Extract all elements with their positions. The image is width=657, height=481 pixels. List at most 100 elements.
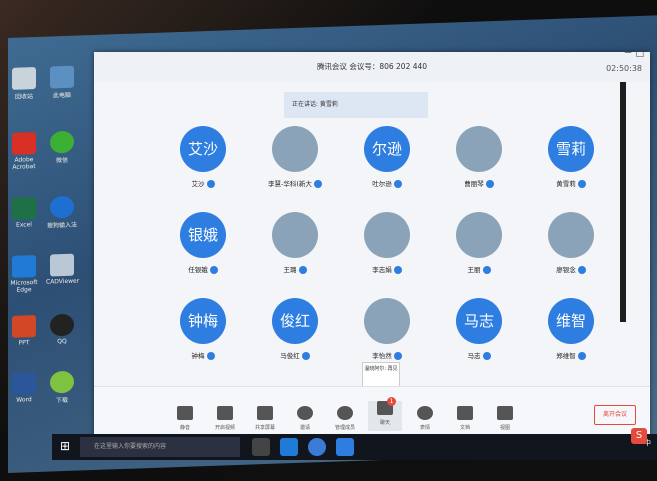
desktop-icon-download[interactable]: 下载	[46, 370, 78, 405]
mic-status-icon	[393, 266, 402, 274]
mic-status-icon	[206, 352, 215, 360]
participant-name-text: 钟梅	[191, 352, 205, 360]
participant-name: 黄雪莉	[526, 178, 616, 188]
doc-icon	[457, 406, 473, 420]
desktop-icon-acrobat[interactable]: Adobe Acrobat	[8, 132, 40, 171]
meeting-toolbar: 静音 开启视频 共享屏幕 邀请 管理成员 聊天 1 表情 文档 视图 离开会议	[94, 386, 650, 437]
participant-tile[interactable]: 马志 马志	[434, 298, 524, 360]
participant-name: 吐尔逊	[342, 178, 432, 188]
download-app-icon	[50, 370, 74, 394]
meeting-window: 腾讯会议 会议号：806 202 440 02:50:38 － □ 正在讲话: …	[94, 49, 650, 437]
taskbar-search[interactable]: 在这里输入你要搜索的内容	[80, 437, 240, 457]
participant-name-text: 艾沙	[191, 180, 205, 188]
share-screen-icon	[257, 406, 273, 420]
mic-status-icon	[482, 266, 491, 274]
video-button[interactable]: 开启视频	[208, 406, 242, 431]
windows-start-icon[interactable]: ⊞	[60, 440, 72, 452]
participant-name: 任银娥	[158, 264, 248, 274]
participant-tile[interactable]: 钟梅 钟梅	[158, 298, 248, 360]
participant-name-text: 黄雪莉	[556, 180, 576, 188]
participant-tile[interactable]: 艾沙 艾沙	[158, 126, 248, 188]
participant-tile[interactable]: 李慧-华科(新大	[250, 126, 340, 188]
emoji-button[interactable]: 表情	[408, 406, 442, 431]
participant-avatar	[364, 212, 410, 258]
participant-name-text: 李怡然	[372, 352, 392, 360]
mic-status-icon	[482, 352, 491, 360]
participant-tile[interactable]: 廖银念	[526, 212, 616, 274]
meeting-title: 腾讯会议 会议号：806 202 440	[94, 52, 650, 82]
desktop-icon-computer[interactable]: 此电脑	[46, 65, 78, 100]
participant-avatar	[272, 212, 318, 258]
participant-tile[interactable]: 王璐	[250, 212, 340, 274]
mic-status-icon	[301, 352, 310, 360]
wechat-icon	[50, 130, 74, 154]
participant-name-text: 郑维智	[556, 352, 576, 360]
tencent-meeting-taskbar-icon[interactable]	[336, 438, 354, 456]
doc-button[interactable]: 文档	[448, 406, 482, 431]
members-button[interactable]: 管理成员	[328, 406, 362, 431]
video-off-icon	[217, 406, 233, 420]
participant-tile[interactable]: 曹丽琴	[434, 126, 524, 188]
mic-status-icon	[577, 180, 586, 188]
desktop-icon-wechat[interactable]: 微信	[46, 130, 78, 165]
view-button[interactable]: 视图	[488, 406, 522, 431]
participant-tile[interactable]: 王丽	[434, 212, 524, 274]
participant-avatar: 雪莉	[548, 126, 594, 172]
desktop-icon-recycle[interactable]: 回收站	[8, 67, 40, 101]
window-controls[interactable]: － □	[624, 46, 644, 59]
participant-name: 李志娟	[342, 264, 432, 274]
participant-name: 艾沙	[158, 178, 248, 188]
mic-status-icon	[393, 180, 402, 188]
mic-status-icon	[298, 266, 307, 274]
desktop-icon-ppt[interactable]: PPT	[8, 315, 40, 347]
participant-name: 王丽	[434, 264, 524, 274]
desktop-icon-cad[interactable]: CADViewer	[46, 253, 79, 286]
desktop-icon-sogou[interactable]: 搜狗输入法	[46, 195, 78, 230]
participant-name-text: 吐尔逊	[372, 180, 392, 188]
sogou-icon	[50, 195, 74, 219]
meeting-timer: 02:50:38	[606, 64, 642, 73]
desktop-icon-edge[interactable]: Microsoft Edge	[8, 255, 40, 294]
desktop-icon-qq[interactable]: QQ	[46, 313, 78, 346]
mic-status-icon	[313, 180, 322, 188]
mic-icon	[177, 406, 193, 420]
chat-button[interactable]: 聊天 1	[368, 397, 402, 431]
invite-button[interactable]: 邀请	[288, 406, 322, 431]
desktop-icon-excel[interactable]: Excel	[8, 197, 40, 229]
edge-icon	[12, 255, 36, 278]
participant-avatar	[548, 212, 594, 258]
scrollbar[interactable]	[620, 82, 626, 322]
sogou-ime-icon[interactable]: S	[631, 428, 647, 444]
participant-tile[interactable]: 雪莉黄雪莉	[526, 126, 616, 188]
participant-name: 马志	[434, 350, 524, 360]
participant-avatar: 马志	[456, 298, 502, 344]
chrome-taskbar-icon[interactable]	[308, 438, 326, 456]
mic-status-icon	[206, 180, 215, 188]
participant-avatar: 俊红	[272, 298, 318, 344]
leave-meeting-button[interactable]: 离开会议	[594, 405, 636, 425]
mic-status-icon	[393, 352, 402, 360]
participant-tile[interactable]: 尔逊吐尔逊	[342, 126, 432, 188]
participant-name: 郑维智	[526, 350, 616, 360]
participant-avatar: 银娥	[180, 212, 226, 258]
chat-popup: 温晓阿尔: 再见	[362, 362, 400, 387]
participant-avatar: 尔逊	[364, 126, 410, 172]
participant-tile[interactable]: 俊红 马俊红	[250, 298, 340, 360]
mic-status-icon	[485, 180, 494, 188]
participant-tile[interactable]: 李志娟	[342, 212, 432, 274]
recycle-bin-icon	[12, 67, 36, 90]
mic-status-icon	[577, 266, 586, 274]
cad-icon	[50, 253, 74, 277]
edge-taskbar-icon[interactable]	[280, 438, 298, 456]
participant-tile[interactable]: 李怡然	[342, 298, 432, 360]
desktop-icon-word[interactable]: Word	[8, 372, 40, 404]
participant-name-text: 廖银念	[556, 266, 576, 274]
task-view-icon[interactable]	[252, 438, 270, 456]
participant-tile[interactable]: 维智 郑维智	[526, 298, 616, 360]
participant-name-text: 曹丽琴	[464, 180, 484, 188]
participant-tile[interactable]: 银娥 任银娥	[158, 212, 248, 274]
computer-icon	[50, 65, 74, 89]
participant-name: 钟梅	[158, 350, 248, 360]
mute-button[interactable]: 静音	[168, 406, 202, 431]
share-screen-button[interactable]: 共享屏幕	[248, 406, 282, 431]
